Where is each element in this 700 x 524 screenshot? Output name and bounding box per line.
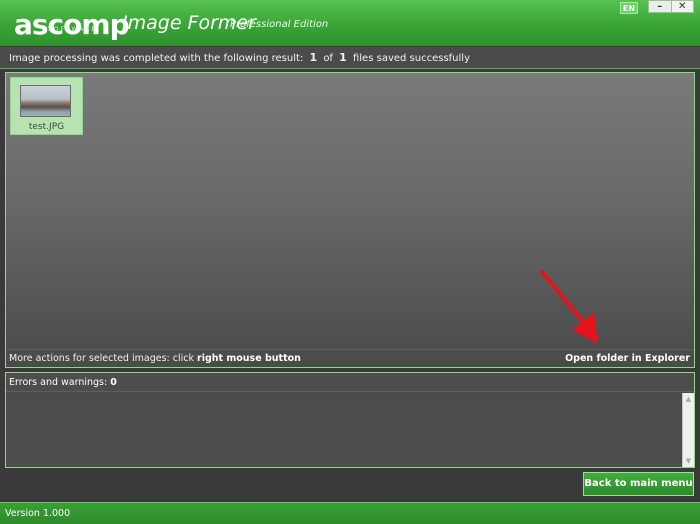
actions-hint-strong: right mouse button <box>197 353 301 364</box>
result-prefix: Image processing was completed with the … <box>9 53 304 64</box>
scroll-up-icon[interactable]: ▲ <box>683 393 694 405</box>
version-label: Version 1.000 <box>5 508 71 519</box>
close-icon: ✕ <box>678 0 687 12</box>
actions-hint: More actions for selected images: click <box>9 353 194 364</box>
minimize-button[interactable]: – <box>649 1 671 12</box>
total-count: 1 <box>339 51 347 64</box>
arrow-head <box>572 312 598 344</box>
errors-count: 0 <box>110 377 117 388</box>
errors-label: Errors and warnings: <box>9 377 108 388</box>
scroll-down-icon[interactable]: ▼ <box>683 455 694 467</box>
arrow-shaft <box>540 270 590 330</box>
image-thumbnail[interactable]: test.JPG <box>10 77 83 135</box>
errors-header: Errors and warnings: 0 <box>6 373 694 392</box>
language-button[interactable]: EN <box>620 2 638 14</box>
red-arrow-annotation <box>540 270 598 344</box>
errors-scrollbar[interactable]: ▲ ▼ <box>682 393 694 467</box>
result-suffix: files saved successfully <box>352 53 470 64</box>
app-edition: Professional Edition <box>230 19 329 30</box>
thumbnail-image <box>20 85 71 117</box>
errors-list[interactable] <box>6 393 682 467</box>
thumbnail-label: test.JPG <box>28 122 65 132</box>
close-button[interactable]: ✕ <box>670 0 693 12</box>
window-controls: – ✕ <box>648 0 694 13</box>
result-of: of <box>323 53 333 64</box>
result-summary: Image processing was completed with the … <box>0 47 700 69</box>
title-bar: ascomp software Image Former Professiona… <box>0 0 700 46</box>
gallery-footer: More actions for selected images: click … <box>6 349 694 367</box>
status-bar: Version 1.000 <box>0 502 700 524</box>
logo-subtext: software <box>48 26 98 33</box>
minimize-icon: – <box>657 0 663 12</box>
logo-text: ascomp <box>14 8 130 41</box>
open-folder-link[interactable]: Open folder in Explorer <box>565 350 690 368</box>
ascomp-logo: ascomp <box>14 8 130 41</box>
saved-count: 1 <box>309 51 318 64</box>
back-to-main-menu-button[interactable]: Back to main menu <box>583 472 694 496</box>
errors-panel: Errors and warnings: 0 ▲ ▼ <box>5 372 695 468</box>
image-gallery: test.JPG More actions for selected image… <box>5 72 695 368</box>
